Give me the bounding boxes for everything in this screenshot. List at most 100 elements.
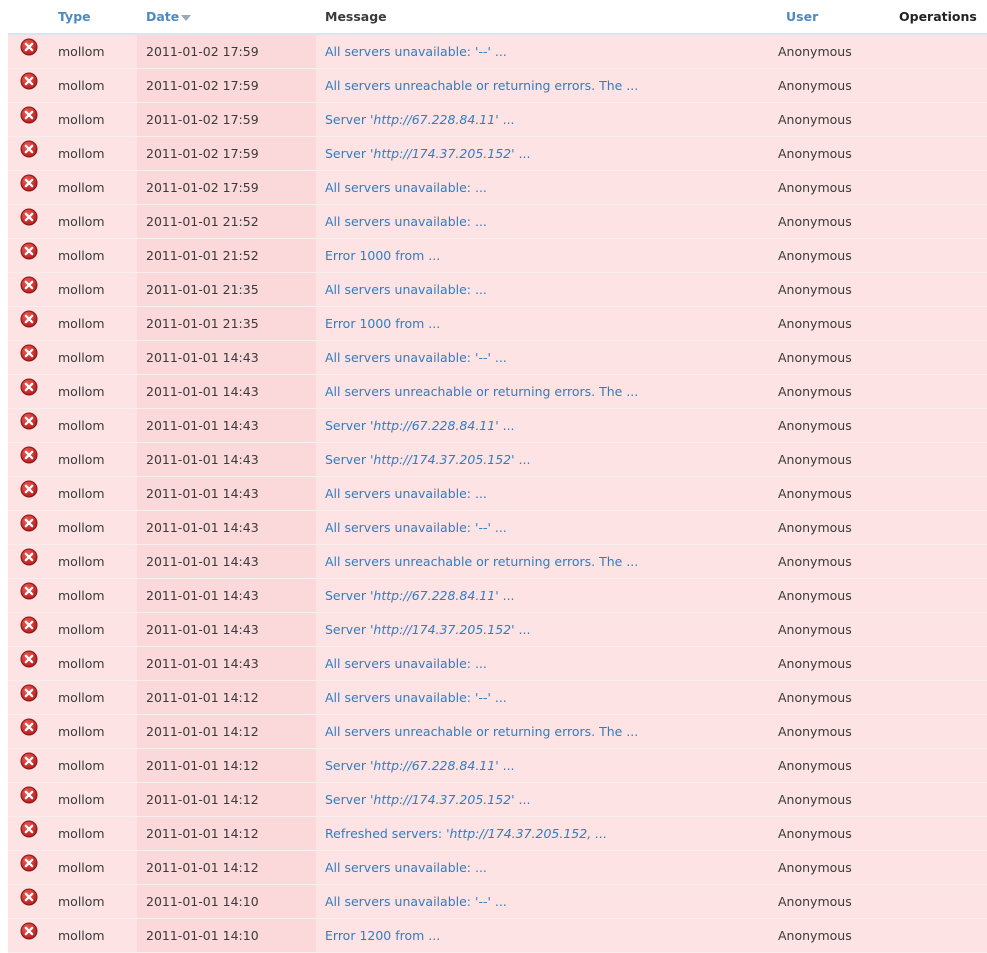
table-row: mollom 2011-01-01 14:12 Server 'http://1… xyxy=(8,782,987,817)
row-user: Anonymous xyxy=(777,714,897,749)
row-message[interactable]: Server 'http://67.228.84.11' ... xyxy=(316,102,777,137)
row-user: Anonymous xyxy=(777,442,897,477)
header-date[interactable]: Date xyxy=(137,0,316,35)
message-link[interactable]: All servers unavailable: '--' ... xyxy=(325,44,507,59)
message-link[interactable]: Error 1200 from ... xyxy=(325,928,440,943)
message-link[interactable]: Server 'http://174.37.205.152' ... xyxy=(325,792,530,807)
message-link[interactable]: Server 'http://67.228.84.11' ... xyxy=(325,418,515,433)
message-link[interactable]: Server 'http://174.37.205.152' ... xyxy=(325,146,530,161)
row-message[interactable]: Server 'http://67.228.84.11' ... xyxy=(316,748,777,783)
message-link[interactable]: All servers unavailable: '--' ... xyxy=(325,894,507,909)
sort-type-link[interactable]: Type xyxy=(58,9,91,24)
row-message[interactable]: All servers unreachable or returning err… xyxy=(316,544,777,579)
row-message[interactable]: All servers unavailable: '--' ... xyxy=(316,510,777,545)
table-row: mollom 2011-01-02 17:59 All servers unav… xyxy=(8,34,987,69)
message-link[interactable]: Server 'http://174.37.205.152' ... xyxy=(325,622,530,637)
row-icon-cell xyxy=(8,884,49,919)
row-message[interactable]: All servers unavailable: ... xyxy=(316,204,777,239)
message-italic: '--' xyxy=(474,690,491,705)
message-link[interactable]: All servers unreachable or returning err… xyxy=(325,78,638,93)
row-icon-cell xyxy=(8,340,49,375)
message-link[interactable]: All servers unreachable or returning err… xyxy=(325,724,638,739)
row-message[interactable]: All servers unavailable: ... xyxy=(316,272,777,307)
row-message[interactable]: Server 'http://174.37.205.152' ... xyxy=(316,612,777,647)
message-italic: 'http://67.228.84.11' xyxy=(369,418,499,433)
row-message[interactable]: Error 1200 from ... xyxy=(316,918,777,953)
table-row: mollom 2011-01-01 14:43 All servers unav… xyxy=(8,476,987,511)
message-link[interactable]: Error 1000 from ... xyxy=(325,316,440,331)
row-user: Anonymous xyxy=(777,170,897,205)
row-date: 2011-01-01 14:43 xyxy=(137,476,316,511)
sort-desc-icon xyxy=(181,14,192,21)
row-message[interactable]: Server 'http://67.228.84.11' ... xyxy=(316,408,777,443)
row-message[interactable]: All servers unavailable: '--' ... xyxy=(316,34,777,69)
message-link[interactable]: All servers unreachable or returning err… xyxy=(325,384,638,399)
row-message[interactable]: All servers unavailable: ... xyxy=(316,476,777,511)
row-type: mollom xyxy=(49,340,137,375)
message-suffix: ... xyxy=(490,44,507,59)
message-link[interactable]: All servers unavailable: ... xyxy=(325,282,487,297)
message-link[interactable]: All servers unavailable: '--' ... xyxy=(325,690,507,705)
error-icon xyxy=(20,718,37,736)
row-operations xyxy=(897,272,987,307)
header-user[interactable]: User xyxy=(777,0,897,35)
row-user: Anonymous xyxy=(777,544,897,579)
row-message[interactable]: All servers unavailable: ... xyxy=(316,170,777,205)
header-type[interactable]: Type xyxy=(49,0,137,35)
row-icon-cell xyxy=(8,646,49,681)
row-message[interactable]: Server 'http://67.228.84.11' ... xyxy=(316,578,777,613)
message-link[interactable]: Server 'http://67.228.84.11' ... xyxy=(325,588,515,603)
row-operations xyxy=(897,510,987,545)
row-message[interactable]: All servers unavailable: ... xyxy=(316,850,777,885)
row-user: Anonymous xyxy=(777,340,897,375)
row-icon-cell xyxy=(8,238,49,273)
row-message[interactable]: Error 1000 from ... xyxy=(316,306,777,341)
row-operations xyxy=(897,238,987,273)
row-message[interactable]: All servers unavailable: '--' ... xyxy=(316,680,777,715)
message-link[interactable]: All servers unavailable: ... xyxy=(325,214,487,229)
row-message[interactable]: All servers unreachable or returning err… xyxy=(316,714,777,749)
error-icon xyxy=(20,378,37,396)
row-message[interactable]: All servers unreachable or returning err… xyxy=(316,68,777,103)
message-link[interactable]: All servers unavailable: ... xyxy=(325,486,487,501)
row-date: 2011-01-01 14:43 xyxy=(137,408,316,443)
row-operations xyxy=(897,680,987,715)
message-prefix: All servers unavailable: ... xyxy=(325,180,487,195)
row-icon-cell xyxy=(8,306,49,341)
row-message[interactable]: Server 'http://174.37.205.152' ... xyxy=(316,442,777,477)
message-link[interactable]: All servers unavailable: ... xyxy=(325,180,487,195)
row-operations xyxy=(897,476,987,511)
sort-date-link[interactable]: Date xyxy=(146,9,179,24)
row-message[interactable]: All servers unreachable or returning err… xyxy=(316,374,777,409)
row-message[interactable]: Error 1000 from ... xyxy=(316,238,777,273)
message-link[interactable]: Refreshed servers: 'http://174.37.205.15… xyxy=(325,826,607,841)
message-link[interactable]: Server 'http://67.228.84.11' ... xyxy=(325,112,515,127)
row-operations xyxy=(897,374,987,409)
error-icon xyxy=(20,174,37,192)
message-link[interactable]: All servers unreachable or returning err… xyxy=(325,554,638,569)
row-message[interactable]: All servers unavailable: '--' ... xyxy=(316,884,777,919)
message-link[interactable]: Error 1000 from ... xyxy=(325,248,440,263)
message-link[interactable]: All servers unavailable: ... xyxy=(325,656,487,671)
message-link[interactable]: Server 'http://174.37.205.152' ... xyxy=(325,452,530,467)
message-link[interactable]: All servers unavailable: '--' ... xyxy=(325,350,507,365)
message-italic: '--' xyxy=(474,350,491,365)
message-link[interactable]: Server 'http://67.228.84.11' ... xyxy=(325,758,515,773)
row-message[interactable]: Refreshed servers: 'http://174.37.205.15… xyxy=(316,816,777,851)
row-operations xyxy=(897,170,987,205)
row-icon-cell xyxy=(8,34,49,69)
row-message[interactable]: Server 'http://174.37.205.152' ... xyxy=(316,136,777,171)
row-message[interactable]: All servers unavailable: ... xyxy=(316,646,777,681)
message-link[interactable]: All servers unavailable: ... xyxy=(325,860,487,875)
row-user: Anonymous xyxy=(777,204,897,239)
table-row: mollom 2011-01-01 14:43 All servers unav… xyxy=(8,646,987,681)
row-icon-cell xyxy=(8,170,49,205)
message-link[interactable]: All servers unavailable: '--' ... xyxy=(325,520,507,535)
row-type: mollom xyxy=(49,476,137,511)
sort-user-link[interactable]: User xyxy=(786,9,818,24)
message-italic: 'http://174.37.205.152, ... xyxy=(446,826,608,841)
row-message[interactable]: All servers unavailable: '--' ... xyxy=(316,340,777,375)
message-prefix: All servers unavailable: ... xyxy=(325,860,487,875)
row-message[interactable]: Server 'http://174.37.205.152' ... xyxy=(316,782,777,817)
message-prefix: Server xyxy=(325,418,370,433)
